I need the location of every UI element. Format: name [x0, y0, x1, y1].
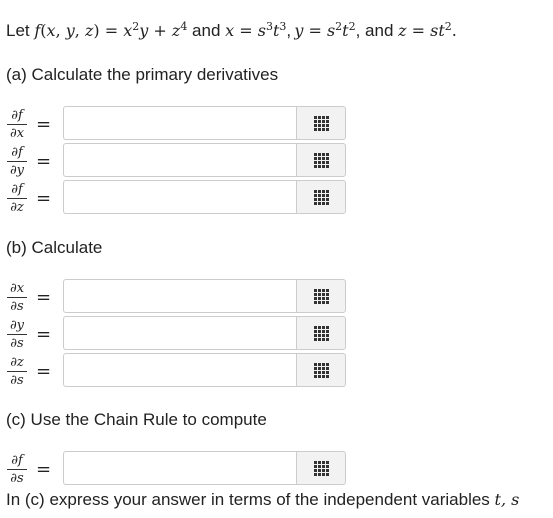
- derivative-label: ∂x ∂s: [6, 282, 28, 313]
- let-text: Let: [6, 21, 35, 40]
- y-definition: y = s2t2: [291, 20, 356, 40]
- answer-row-df-dy: ∂f ∂y =: [6, 143, 351, 179]
- equals-sign: =: [36, 151, 52, 172]
- derivative-label: ∂f ∂s: [6, 454, 28, 485]
- answer-field-df-dx[interactable]: [63, 106, 296, 140]
- answer-input-dy-ds[interactable]: [64, 317, 296, 349]
- answer-field-df-dy[interactable]: [63, 143, 296, 177]
- equals-sign: =: [36, 459, 52, 480]
- footer-text: In (c) express your answer in terms of t…: [6, 490, 495, 509]
- matrix-palette-icon: [313, 289, 329, 304]
- answer-input-df-ds[interactable]: [64, 452, 296, 484]
- and-text-2: , and: [355, 21, 399, 40]
- answer-input-dx-ds[interactable]: [64, 280, 296, 312]
- answer-input-df-dz[interactable]: [64, 181, 296, 213]
- equals-sign: =: [36, 114, 52, 135]
- derivative-label: ∂f ∂x: [6, 109, 28, 140]
- equals-sign: =: [36, 361, 52, 382]
- z-definition: z = st2.: [398, 20, 457, 40]
- matrix-palette-icon: [313, 461, 329, 476]
- math-palette-button[interactable]: [296, 316, 346, 350]
- answer-row-dz-ds: ∂z ∂s =: [6, 353, 351, 389]
- equals-sign: =: [36, 188, 52, 209]
- answer-field-dz-ds[interactable]: [63, 353, 296, 387]
- math-palette-button[interactable]: [296, 353, 346, 387]
- x-definition: x = s3t3: [225, 20, 287, 40]
- function-definition: f(x, y, z) = x2y + z4: [34, 20, 188, 40]
- derivative-label: ∂z ∂s: [6, 356, 28, 387]
- matrix-palette-icon: [313, 326, 329, 341]
- math-palette-button[interactable]: [296, 279, 346, 313]
- matrix-palette-icon: [313, 153, 329, 168]
- problem-statement: Let f(x, y, z) = x2y + z4 and x = s3t3 , …: [6, 20, 457, 41]
- footer-note: In (c) express your answer in terms of t…: [6, 490, 519, 510]
- math-palette-button[interactable]: [296, 451, 346, 485]
- part-c-label: (c) Use the Chain Rule to compute: [6, 410, 267, 429]
- derivative-label: ∂y ∂s: [6, 319, 28, 350]
- answer-row-df-dx: ∂f ∂x =: [6, 106, 351, 142]
- math-palette-button[interactable]: [296, 180, 346, 214]
- matrix-palette-icon: [313, 116, 329, 131]
- matrix-palette-icon: [313, 363, 329, 378]
- and-text: and: [187, 21, 226, 40]
- part-a-label: (a) Calculate the primary derivatives: [6, 65, 279, 84]
- answer-field-dy-ds[interactable]: [63, 316, 296, 350]
- derivative-label: ∂f ∂z: [6, 183, 28, 214]
- derivative-label: ∂f ∂y: [6, 146, 28, 177]
- equals-sign: =: [36, 324, 52, 345]
- answer-input-dz-ds[interactable]: [64, 354, 296, 386]
- equals-sign: =: [36, 287, 52, 308]
- answer-field-dx-ds[interactable]: [63, 279, 296, 313]
- answer-row-df-ds: ∂f ∂s =: [6, 451, 351, 487]
- part-b-label: (b) Calculate: [6, 238, 103, 257]
- answer-row-dy-ds: ∂y ∂s =: [6, 316, 351, 352]
- answer-field-df-dz[interactable]: [63, 180, 296, 214]
- answer-field-df-ds[interactable]: [63, 451, 296, 485]
- answer-input-df-dy[interactable]: [64, 144, 296, 176]
- math-palette-button[interactable]: [296, 143, 346, 177]
- answer-row-df-dz: ∂f ∂z =: [6, 180, 351, 216]
- math-palette-button[interactable]: [296, 106, 346, 140]
- answer-row-dx-ds: ∂x ∂s =: [6, 279, 351, 315]
- answer-input-df-dx[interactable]: [64, 107, 296, 139]
- matrix-palette-icon: [313, 190, 329, 205]
- footer-variables: t, s: [494, 490, 520, 509]
